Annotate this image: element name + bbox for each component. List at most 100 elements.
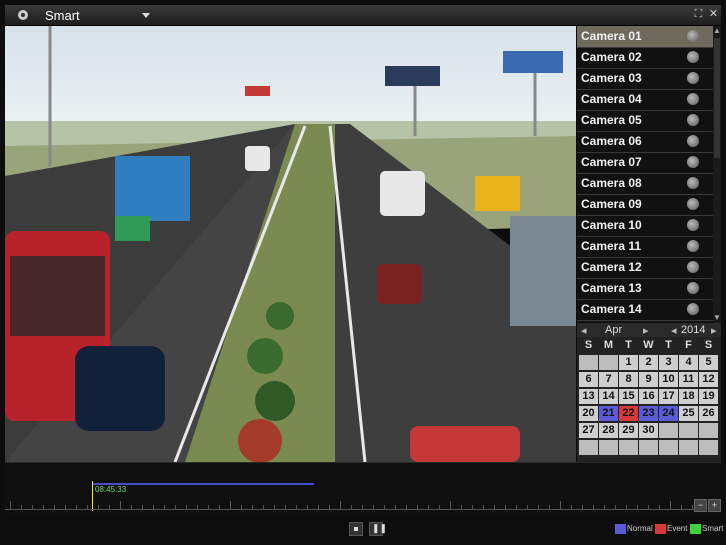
timeline-tick — [362, 505, 363, 509]
calendar-day[interactable]: 20 — [579, 406, 598, 421]
calendar-day[interactable]: 4 — [679, 355, 698, 370]
calendar-day[interactable]: 2 — [639, 355, 658, 370]
timeline-tick — [406, 505, 407, 509]
camera-play-icon[interactable] — [687, 51, 699, 63]
camera-play-icon[interactable] — [687, 114, 699, 126]
camera-item[interactable]: Camera 09 — [577, 194, 713, 216]
prev-month-icon[interactable]: ◂ — [581, 324, 587, 337]
timeline[interactable]: 08:45:33 − + — [5, 462, 721, 517]
camera-item[interactable]: Camera 02 — [577, 47, 713, 69]
timeline-tick — [461, 505, 462, 509]
mode-dropdown-icon[interactable] — [142, 13, 150, 18]
fullscreen-icon[interactable]: ⛶ — [693, 9, 704, 20]
calendar-day[interactable]: 22 — [619, 406, 638, 421]
calendar-empty-cell — [639, 440, 658, 455]
camera-play-icon[interactable] — [687, 156, 699, 168]
stop-button[interactable] — [349, 522, 363, 536]
calendar-day[interactable]: 19 — [699, 389, 718, 404]
calendar-day[interactable]: 23 — [639, 406, 658, 421]
camera-play-icon[interactable] — [687, 72, 699, 84]
calendar-day[interactable]: 21 — [599, 406, 618, 421]
calendar-day[interactable]: 6 — [579, 372, 598, 387]
scroll-down-icon[interactable]: ▼ — [713, 313, 721, 323]
timeline-tick — [516, 505, 517, 509]
next-year-icon[interactable]: ▸ — [711, 324, 717, 337]
calendar-day[interactable]: 10 — [659, 372, 678, 387]
camera-item[interactable]: Camera 14 — [577, 299, 713, 321]
calendar-day[interactable]: 3 — [659, 355, 678, 370]
timeline-cursor[interactable] — [92, 481, 93, 511]
calendar-day[interactable]: 15 — [619, 389, 638, 404]
calendar-day[interactable]: 24 — [659, 406, 678, 421]
calendar-day[interactable]: 13 — [579, 389, 598, 404]
legend-swatch — [615, 524, 626, 534]
calendar-day[interactable]: 29 — [619, 423, 638, 438]
calendar-empty-cell — [579, 355, 598, 370]
camera-play-icon[interactable] — [687, 261, 699, 273]
calendar-day[interactable]: 25 — [679, 406, 698, 421]
timeline-tick — [626, 505, 627, 509]
weekday-label: S — [584, 339, 593, 351]
camera-play-icon[interactable] — [687, 303, 699, 315]
calendar-empty-cell — [699, 423, 718, 438]
calendar-day[interactable]: 18 — [679, 389, 698, 404]
timeline-tick — [692, 505, 693, 509]
calendar-day[interactable]: 17 — [659, 389, 678, 404]
timeline-tick — [219, 505, 220, 509]
camera-play-icon[interactable] — [687, 93, 699, 105]
zoom-in-button[interactable]: + — [708, 499, 721, 512]
zoom-out-button[interactable]: − — [694, 499, 707, 512]
prev-year-icon[interactable]: ◂ — [671, 324, 677, 337]
calendar-day[interactable]: 1 — [619, 355, 638, 370]
camera-item[interactable]: Camera 05 — [577, 110, 713, 132]
calendar-empty-cell — [699, 440, 718, 455]
timeline-tick — [98, 505, 99, 509]
timeline-tick — [197, 505, 198, 509]
camera-play-icon[interactable] — [687, 135, 699, 147]
camera-item[interactable]: Camera 01 — [577, 26, 713, 48]
camera-play-icon[interactable] — [687, 198, 699, 210]
camera-play-icon[interactable] — [687, 282, 699, 294]
calendar-day[interactable]: 5 — [699, 355, 718, 370]
scroll-up-icon[interactable]: ▲ — [713, 26, 721, 36]
scroll-thumb[interactable] — [714, 38, 720, 158]
camera-play-icon[interactable] — [687, 219, 699, 231]
timeline-tick — [307, 505, 308, 509]
title-bar: Smart ⛶ ✕ — [5, 5, 721, 26]
calendar-day[interactable]: 8 — [619, 372, 638, 387]
camera-play-icon[interactable] — [687, 30, 699, 42]
video-playback-view[interactable] — [5, 26, 576, 462]
mode-title[interactable]: Smart — [45, 8, 80, 23]
legend-label: Normal — [627, 524, 653, 533]
close-icon[interactable]: ✕ — [708, 9, 719, 20]
calendar-day[interactable]: 14 — [599, 389, 618, 404]
camera-play-icon[interactable] — [687, 177, 699, 189]
calendar-day[interactable]: 16 — [639, 389, 658, 404]
camera-item[interactable]: Camera 12 — [577, 257, 713, 279]
camera-item[interactable]: Camera 11 — [577, 236, 713, 258]
timeline-tick — [21, 505, 22, 509]
calendar-empty-cell — [659, 423, 678, 438]
calendar-day[interactable]: 11 — [679, 372, 698, 387]
camera-item[interactable]: Camera 04 — [577, 89, 713, 111]
next-month-icon[interactable]: ▸ — [643, 324, 649, 337]
calendar-day[interactable]: 7 — [599, 372, 618, 387]
camera-play-icon[interactable] — [687, 240, 699, 252]
pause-button[interactable]: ❚❚ — [369, 522, 387, 536]
calendar-day[interactable]: 30 — [639, 423, 658, 438]
timeline-tick — [538, 505, 539, 509]
camera-item[interactable]: Camera 08 — [577, 173, 713, 195]
calendar-day[interactable]: 26 — [699, 406, 718, 421]
timeline-tick — [494, 505, 495, 509]
camera-list-scrollbar[interactable]: ▲ ▼ — [713, 26, 721, 323]
camera-item[interactable]: Camera 13 — [577, 278, 713, 300]
calendar-day[interactable]: 12 — [699, 372, 718, 387]
camera-item[interactable]: Camera 06 — [577, 131, 713, 153]
calendar-day[interactable]: 28 — [599, 423, 618, 438]
calendar-day[interactable]: 9 — [639, 372, 658, 387]
camera-item[interactable]: Camera 07 — [577, 152, 713, 174]
camera-item[interactable]: Camera 10 — [577, 215, 713, 237]
calendar-day[interactable]: 27 — [579, 423, 598, 438]
camera-item[interactable]: Camera 03 — [577, 68, 713, 90]
camera-label: Camera 02 — [581, 50, 642, 64]
